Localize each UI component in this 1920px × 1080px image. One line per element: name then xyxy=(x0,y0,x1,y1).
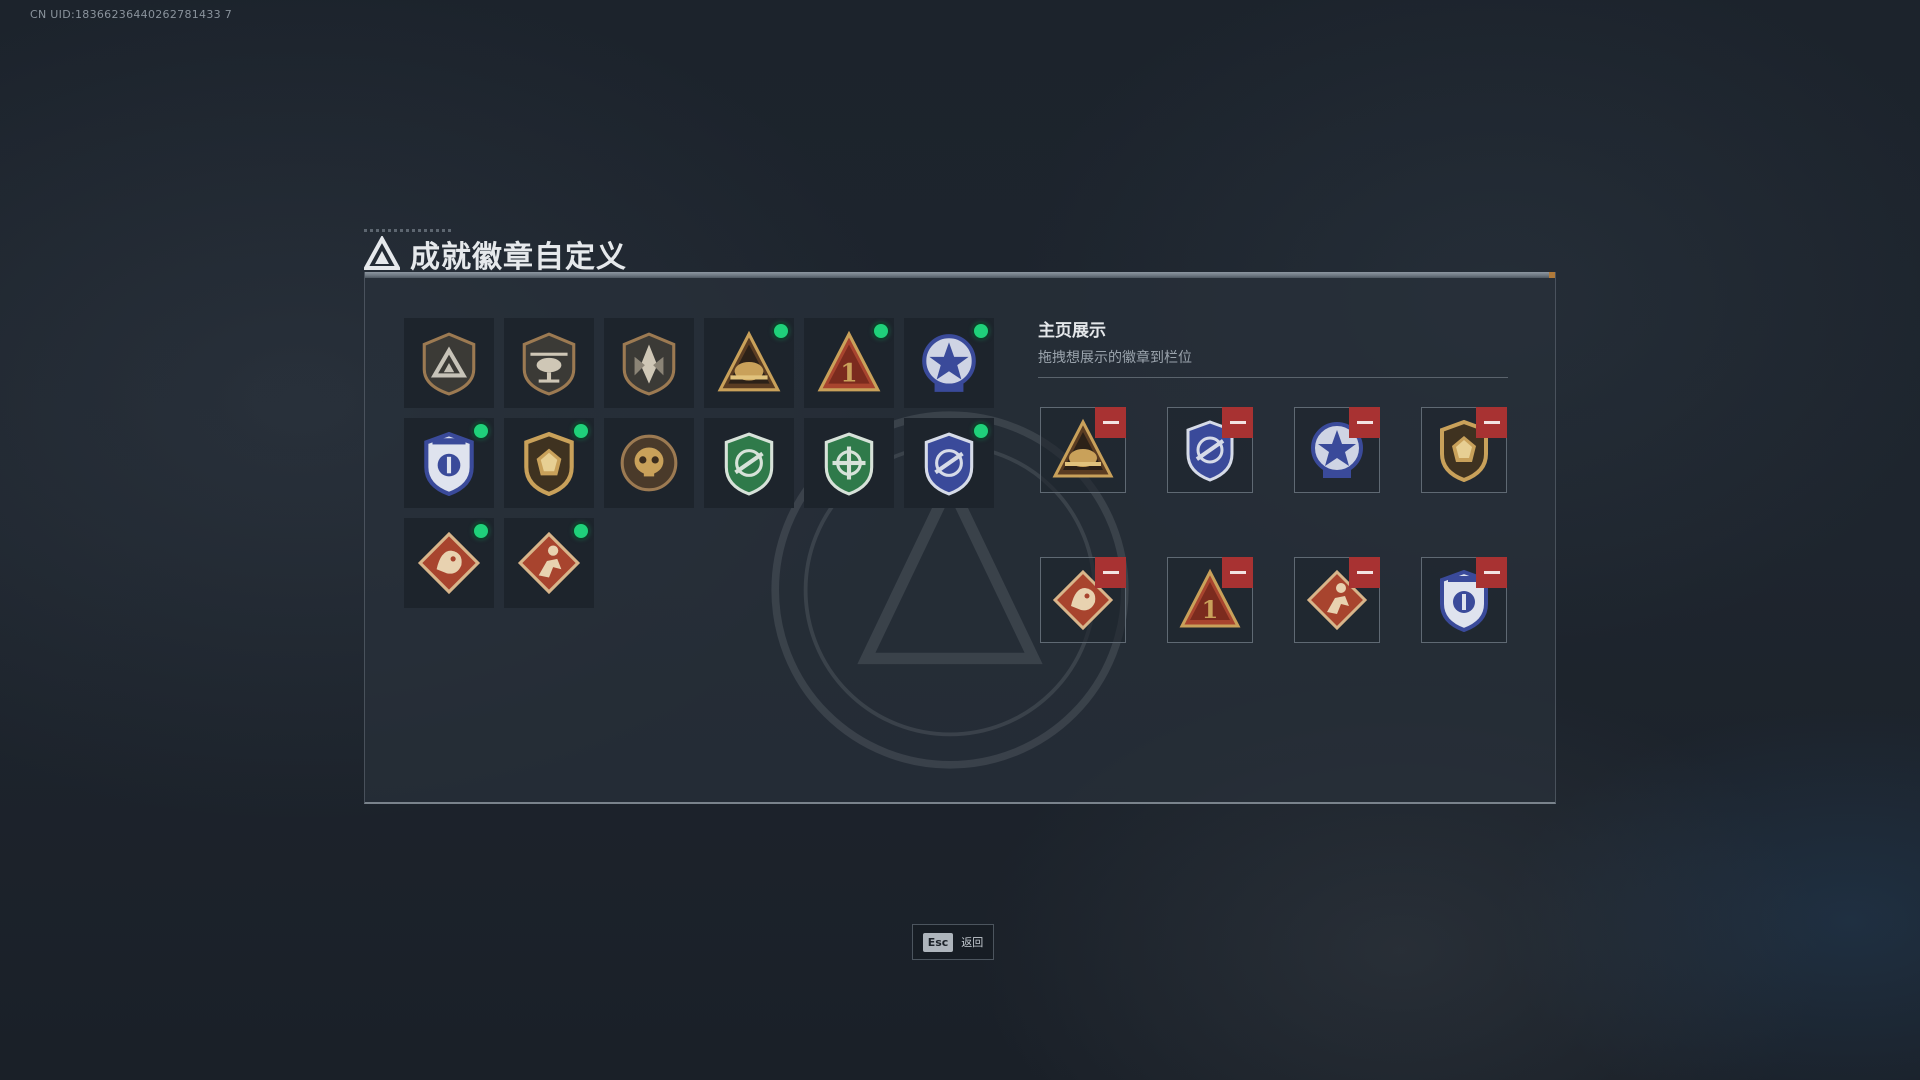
badge-cell[interactable] xyxy=(504,318,594,408)
green-rifle-shield-badge-icon xyxy=(724,432,774,496)
page-header: 成就徽章自定义 xyxy=(364,232,627,276)
page-title: 成就徽章自定义 xyxy=(410,240,627,275)
badge-cell[interactable] xyxy=(704,418,794,508)
badge-cell[interactable] xyxy=(704,318,794,408)
showcase-subtitle: 拖拽想展示的徽章到栏位 xyxy=(1038,350,1192,366)
red-number-one-triangle-badge-icon: 1 xyxy=(817,330,881,392)
divider xyxy=(1038,377,1508,378)
badge-cell[interactable] xyxy=(404,518,494,608)
screen: CN UID:18366236440262781433 7 成就徽章自定义 1 … xyxy=(0,0,1920,1080)
remove-badge-button[interactable] xyxy=(1095,557,1126,588)
blue-rifle-shield-badge-icon xyxy=(924,432,974,496)
panel-top-bar xyxy=(365,272,1555,278)
remove-badge-button[interactable] xyxy=(1222,407,1253,438)
showcase-slot[interactable] xyxy=(1421,557,1507,643)
badge-cell[interactable] xyxy=(404,318,494,408)
remove-badge-button[interactable] xyxy=(1476,407,1507,438)
badge-cell[interactable]: 1 xyxy=(804,318,894,408)
blue-police-shield-badge-icon xyxy=(424,431,474,496)
new-indicator-dot xyxy=(574,424,588,438)
badge-cell[interactable] xyxy=(504,418,594,508)
showcase-slot[interactable] xyxy=(1294,557,1380,643)
spearhead-shield-badge-icon xyxy=(622,332,676,396)
showcase-slot[interactable] xyxy=(1294,407,1380,493)
remove-badge-button[interactable] xyxy=(1476,557,1507,588)
helicopter-shield-badge-icon xyxy=(522,332,576,396)
triangle-shield-badge-icon xyxy=(422,332,476,396)
gold-crystal-shield-badge-icon xyxy=(524,431,574,496)
gold-helmet-triangle-badge-icon xyxy=(717,330,781,392)
showcase-slot[interactable] xyxy=(1040,557,1126,643)
badge-cell[interactable] xyxy=(604,418,694,508)
badge-cell[interactable] xyxy=(904,318,994,408)
red-dragon-diamond-badge-icon xyxy=(417,531,481,595)
new-indicator-dot xyxy=(574,524,588,538)
green-crosshair-shield-badge-icon xyxy=(824,432,874,496)
badge-cell[interactable] xyxy=(904,418,994,508)
back-label: 返回 xyxy=(961,936,984,949)
new-indicator-dot xyxy=(474,424,488,438)
badge-cell[interactable] xyxy=(504,518,594,608)
showcase-slot[interactable]: 1 xyxy=(1167,557,1253,643)
badge-cell[interactable] xyxy=(404,418,494,508)
remove-badge-button[interactable] xyxy=(1095,407,1126,438)
showcase-slot[interactable] xyxy=(1040,407,1126,493)
back-button[interactable]: Esc 返回 xyxy=(912,924,994,960)
svg-text:1: 1 xyxy=(840,359,857,388)
game-logo-icon xyxy=(364,236,400,270)
showcase-header: 主页展示 拖拽想展示的徽章到栏位 xyxy=(1038,316,1508,378)
new-indicator-dot xyxy=(474,524,488,538)
bronze-skull-badge-icon xyxy=(620,434,678,492)
new-indicator-dot xyxy=(774,324,788,338)
remove-badge-button[interactable] xyxy=(1349,557,1380,588)
remove-badge-button[interactable] xyxy=(1222,557,1253,588)
badge-cell[interactable] xyxy=(804,418,894,508)
new-indicator-dot xyxy=(974,324,988,338)
new-indicator-dot xyxy=(874,324,888,338)
esc-key-hint: Esc xyxy=(922,932,954,952)
badge-cell[interactable] xyxy=(604,318,694,408)
red-runner-diamond-badge-icon xyxy=(517,531,581,595)
new-indicator-dot xyxy=(974,424,988,438)
showcase-slot-grid: 1 xyxy=(1040,407,1507,643)
svg-text:1: 1 xyxy=(1202,595,1219,624)
uid-label: CN UID:18366236440262781433 7 xyxy=(30,8,233,21)
achievement-badge-grid: 1 xyxy=(404,318,994,608)
showcase-slot[interactable] xyxy=(1421,407,1507,493)
blue-star-medal-badge-icon xyxy=(922,334,976,392)
showcase-title: 主页展示 xyxy=(1038,321,1106,341)
remove-badge-button[interactable] xyxy=(1349,407,1380,438)
showcase-slot[interactable] xyxy=(1167,407,1253,493)
